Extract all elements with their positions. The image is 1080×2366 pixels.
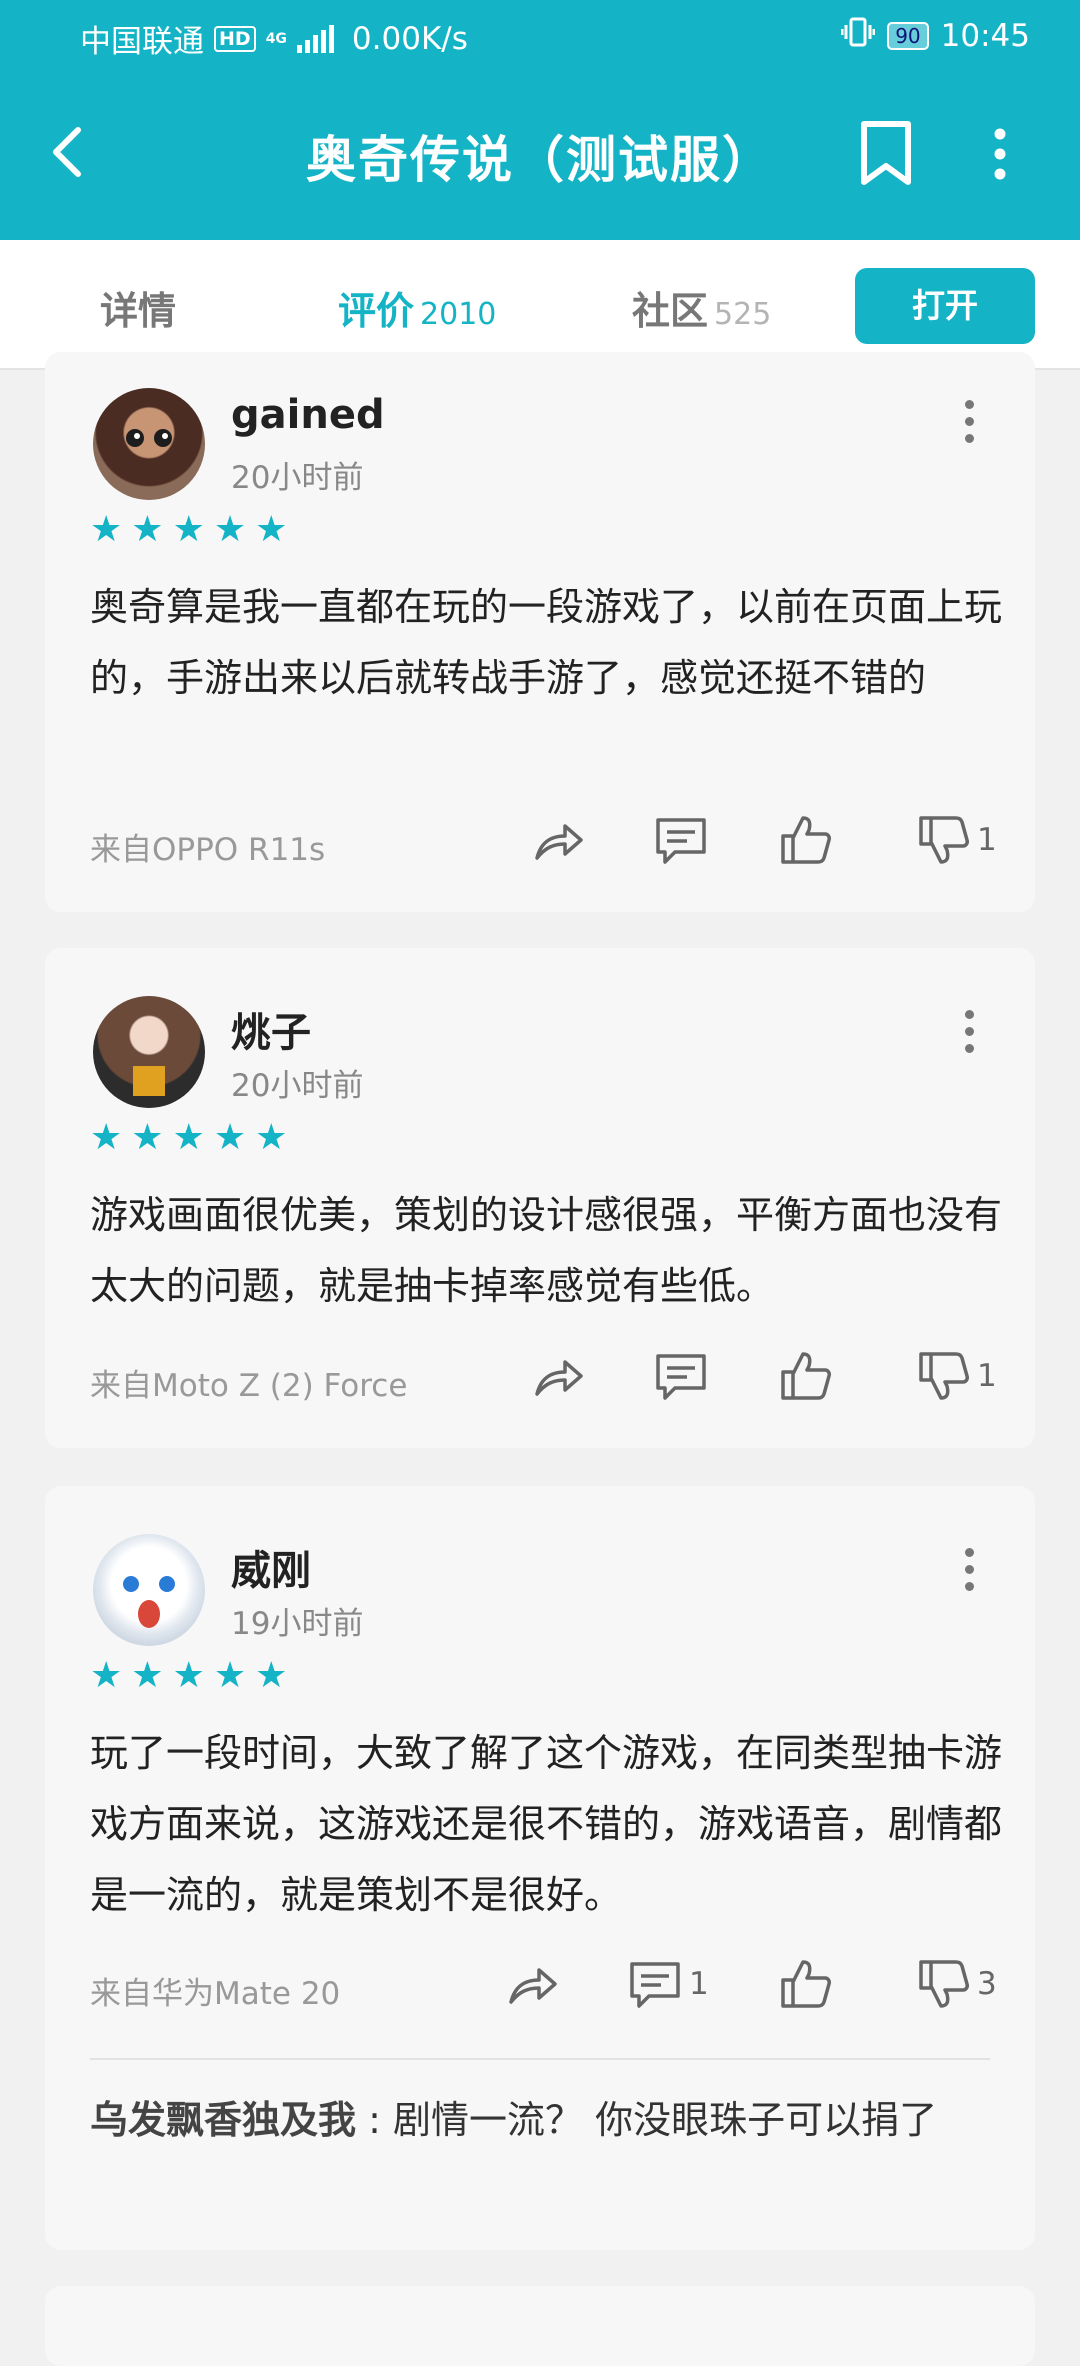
comment-button[interactable]: 1 [627, 1956, 709, 2012]
reply-author[interactable]: 乌发飘香独及我 [90, 2098, 356, 2142]
like-button[interactable] [777, 1956, 839, 2012]
review-text: 奥奇算是我一直都在玩的一段游戏了，以前在页面上玩的，手游出来以后就转战手游了，感… [90, 585, 1003, 700]
more-vertical-icon[interactable] [965, 400, 977, 451]
app-header: 中国联通 HD 4G 0.00K/s 90 10:45 奥奇传说（测试服） [0, 0, 1080, 240]
reply-separator: : [356, 2098, 393, 2142]
dislike-button[interactable]: 3 [915, 1956, 997, 2012]
avatar[interactable] [93, 996, 205, 1108]
share-icon [509, 1968, 557, 2004]
tab-reviews[interactable]: 评价 2010 [338, 280, 496, 335]
comment-icon [630, 1962, 680, 2008]
dislike-count: 1 [977, 822, 997, 858]
thumbs-down-icon [919, 816, 969, 864]
star-icon: ★ [90, 1655, 123, 1696]
star-icon: ★ [131, 1655, 164, 1696]
dislike-button[interactable]: 1 [915, 1348, 997, 1404]
net-speed: 0.00K/s [351, 20, 468, 57]
tab-label: 评价 [338, 289, 415, 333]
battery-icon: 90 [887, 22, 929, 50]
star-icon: ★ [131, 1117, 164, 1158]
star-icon: ★ [213, 1655, 247, 1696]
dislike-button[interactable]: 1 [915, 812, 997, 868]
rating-stars: ★ ★ ★ ★ ★ [90, 512, 287, 548]
star-icon: ★ [172, 509, 205, 550]
share-button[interactable] [531, 1348, 587, 1404]
review-text: 玩了一段时间，大致了解了这个游戏，在同类型抽卡游戏方面来说，这游戏还是很不错的，… [90, 1731, 1003, 1917]
username[interactable]: 威刚 [231, 1538, 311, 1596]
comment-button[interactable] [653, 812, 715, 868]
star-icon: ★ [131, 509, 164, 550]
star-icon: ★ [90, 509, 123, 550]
star-icon: ★ [90, 1117, 123, 1158]
avatar[interactable] [93, 1534, 205, 1646]
star-icon: ★ [172, 1655, 205, 1696]
thumbs-up-icon [781, 1352, 831, 1400]
review-card: gained 20小时前 ★ ★ ★ ★ ★ 奥奇算是我一直都在玩的一段游戏了，以前在页… [45, 352, 1035, 912]
review-card [45, 2286, 1035, 2366]
tab-count: 525 [714, 297, 772, 332]
open-button[interactable]: 打开 [855, 268, 1035, 344]
status-bar: 中国联通 HD 4G 0.00K/s 90 10:45 [0, 0, 1080, 72]
device-label: 来自OPPO R11s [90, 832, 326, 868]
more-vertical-icon[interactable] [965, 1548, 977, 1599]
nav-bar: 奥奇传说（测试服） [0, 90, 1080, 220]
tab-count: 2010 [420, 297, 497, 332]
reply-text: 剧情一流？ 你没眼珠子可以捐了 [392, 2098, 938, 2142]
page-title: 奥奇传说（测试服） [306, 131, 774, 189]
review-time: 20小时前 [231, 1068, 364, 1104]
username[interactable]: gained [231, 392, 385, 438]
dislike-count: 3 [977, 1966, 997, 2002]
reply-item[interactable]: 乌发飘香独及我 : 剧情一流？ 你没眼珠子可以捐了 [90, 2086, 1000, 2154]
bookmark-icon[interactable] [858, 120, 914, 186]
tab-label: 详情 [100, 289, 177, 333]
network-type: 4G [265, 30, 287, 47]
review-time: 20小时前 [231, 460, 364, 496]
share-button[interactable] [505, 1956, 561, 2012]
review-card: 威刚 19小时前 ★ ★ ★ ★ ★ 玩了一段时间，大致了解了这个游戏，在同类型抽卡游戏… [45, 1486, 1035, 2250]
carrier-label: 中国联通 [80, 24, 204, 60]
tab-details[interactable]: 详情 [100, 280, 176, 335]
like-button[interactable] [777, 1348, 839, 1404]
thumbs-down-icon [919, 1352, 969, 1400]
like-button[interactable] [777, 812, 839, 868]
share-button[interactable] [531, 812, 587, 868]
thumbs-down-icon [919, 1960, 969, 2008]
share-icon [535, 824, 583, 860]
star-icon: ★ [172, 1117, 205, 1158]
share-icon [535, 1360, 583, 1396]
rating-stars: ★ ★ ★ ★ ★ [90, 1120, 287, 1156]
more-vertical-icon[interactable] [965, 1010, 977, 1061]
comment-button[interactable] [653, 1348, 715, 1404]
more-vertical-icon[interactable] [985, 124, 1015, 184]
vibrate-icon [840, 16, 876, 56]
comment-icon [656, 818, 706, 864]
device-label: 来自华为Mate 20 [90, 1976, 341, 2012]
thumbs-up-icon [781, 816, 831, 864]
star-icon: ★ [255, 1655, 288, 1696]
avatar[interactable] [93, 388, 205, 500]
dislike-count: 1 [977, 1358, 997, 1394]
device-label: 来自Moto Z (2) Force [90, 1368, 408, 1404]
rating-stars: ★ ★ ★ ★ ★ [90, 1658, 287, 1694]
hd-badge: HD [214, 25, 256, 52]
star-icon: ★ [255, 1117, 288, 1158]
signal-icon [296, 24, 334, 53]
username[interactable]: 烑子 [231, 1000, 311, 1058]
star-icon: ★ [213, 1117, 247, 1158]
comment-icon [656, 1354, 706, 1400]
star-icon: ★ [213, 509, 247, 550]
review-card: 烑子 20小时前 ★ ★ ★ ★ ★ 游戏画面很优美，策划的设计感很强，平衡方面也没有太… [45, 948, 1035, 1448]
tab-community[interactable]: 社区 525 [632, 280, 771, 335]
tab-label: 社区 [632, 289, 709, 333]
comment-count: 1 [689, 1966, 709, 2002]
review-time: 19小时前 [231, 1606, 364, 1642]
star-icon: ★ [255, 509, 288, 550]
review-text: 游戏画面很优美，策划的设计感很强，平衡方面也没有太大的问题，就是抽卡掉率感觉有些… [90, 1193, 1003, 1308]
divider [90, 2058, 990, 2060]
thumbs-up-icon [781, 1960, 831, 2008]
clock: 10:45 [940, 18, 1030, 54]
